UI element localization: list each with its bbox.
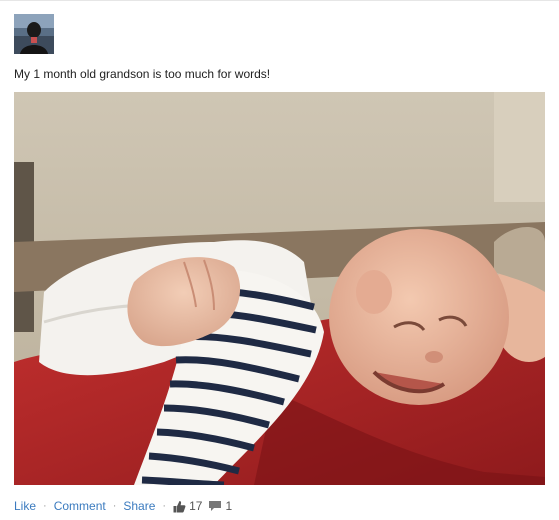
comment-bubble-icon [208,500,222,512]
author-avatar[interactable] [14,14,54,54]
post-caption: My 1 month old grandson is too much for … [14,67,271,81]
comments-count: 1 [225,499,233,513]
comments-summary[interactable]: 1 [208,499,232,513]
share-link[interactable]: Share [123,499,155,513]
separator-dot: · [43,500,47,512]
comment-link[interactable]: Comment [54,499,106,513]
likes-count[interactable]: 17 [189,499,202,513]
post-actions-bar: Like · Comment · Share · 17 1 [14,499,232,513]
avatar-image [14,14,54,54]
news-feed-post: My 1 month old grandson is too much for … [0,0,559,520]
baby-photo [14,92,545,485]
thumbs-up-icon[interactable] [173,500,186,513]
separator-dot: · [162,500,167,512]
like-link[interactable]: Like [14,499,36,513]
post-photo[interactable] [14,92,545,485]
separator-dot: · [112,500,117,512]
